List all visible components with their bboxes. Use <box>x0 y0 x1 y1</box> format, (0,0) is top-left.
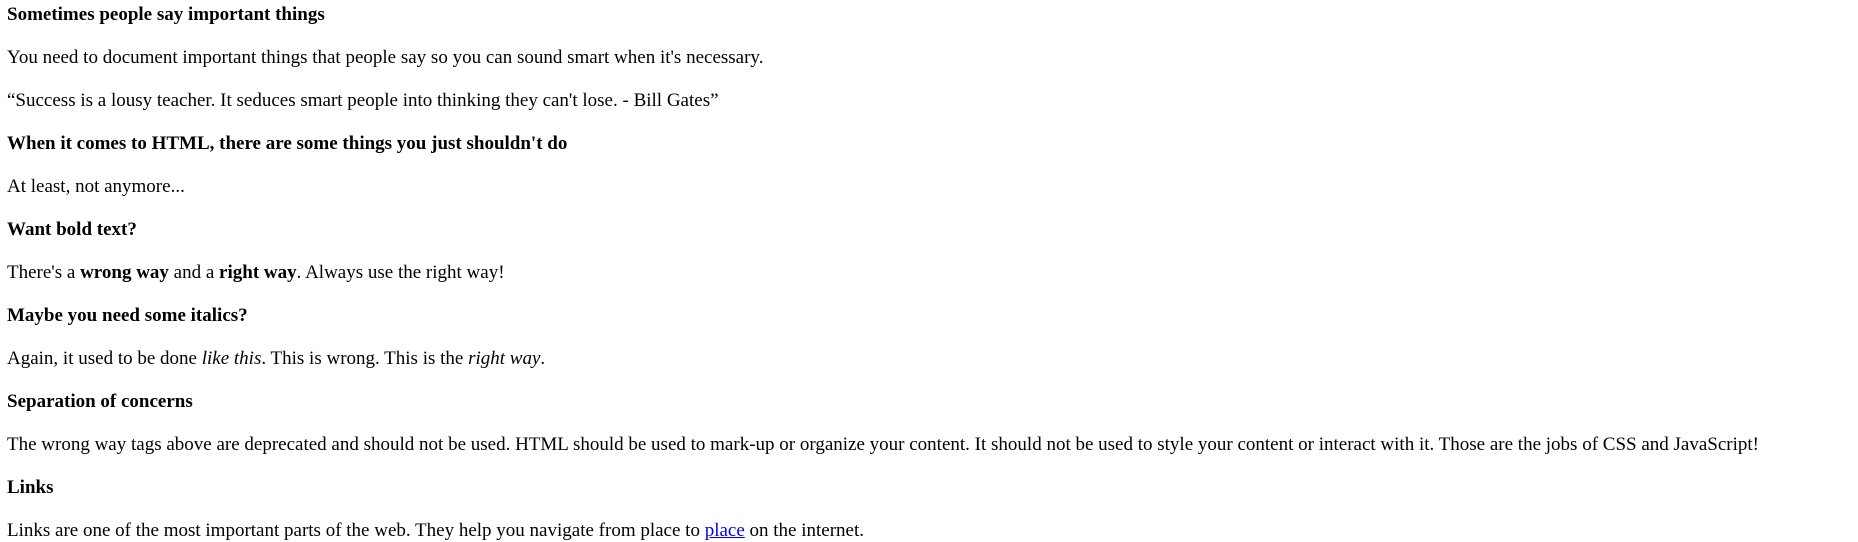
document-body: Sometimes people say important things Yo… <box>0 0 1858 542</box>
paragraph-links: Links are one of the most important part… <box>7 520 1851 542</box>
paragraph-separation: The wrong way tags above are deprecated … <box>7 434 1759 455</box>
paragraph-document-intro: You need to document important things th… <box>7 47 764 68</box>
heading-links: Links <box>7 477 54 498</box>
links-text-part1: Links are one of the most important part… <box>7 520 705 541</box>
quote-bill-gates: “Success is a lousy teacher. It seduces … <box>7 90 719 111</box>
heading-italics: Maybe you need some italics? <box>7 305 248 326</box>
italics-text-part1: Again, it used to be done <box>7 348 202 369</box>
bold-wrong-way: wrong way <box>80 262 169 283</box>
paragraph-bold-example: There's a wrong way and a right way. Alw… <box>7 262 1851 284</box>
heading-bold-text: Want bold text? <box>7 219 137 240</box>
italics-text-part3: . <box>540 348 546 369</box>
italics-right-way: right way <box>468 348 541 369</box>
italics-wrong-way: like this <box>201 348 262 369</box>
bold-right-way: right way <box>219 262 297 283</box>
heading-important-things: Sometimes people say important things <box>7 4 325 25</box>
heading-separation-of-concerns: Separation of concerns <box>7 391 193 412</box>
heading-html-dont: When it comes to HTML, there are some th… <box>7 133 568 154</box>
italics-text-part2: . This is wrong. This is the <box>261 348 469 369</box>
paragraph-italics-example: Again, it used to be done like this. Thi… <box>7 348 1851 370</box>
links-text-part2: on the internet. <box>744 520 865 541</box>
paragraph-not-anymore: At least, not anymore... <box>7 176 185 197</box>
bold-text-part1: There's a <box>7 262 81 283</box>
place-link[interactable]: place <box>705 520 745 541</box>
bold-text-part2: and a <box>168 262 220 283</box>
bold-text-part3: . Always use the right way! <box>296 262 505 283</box>
